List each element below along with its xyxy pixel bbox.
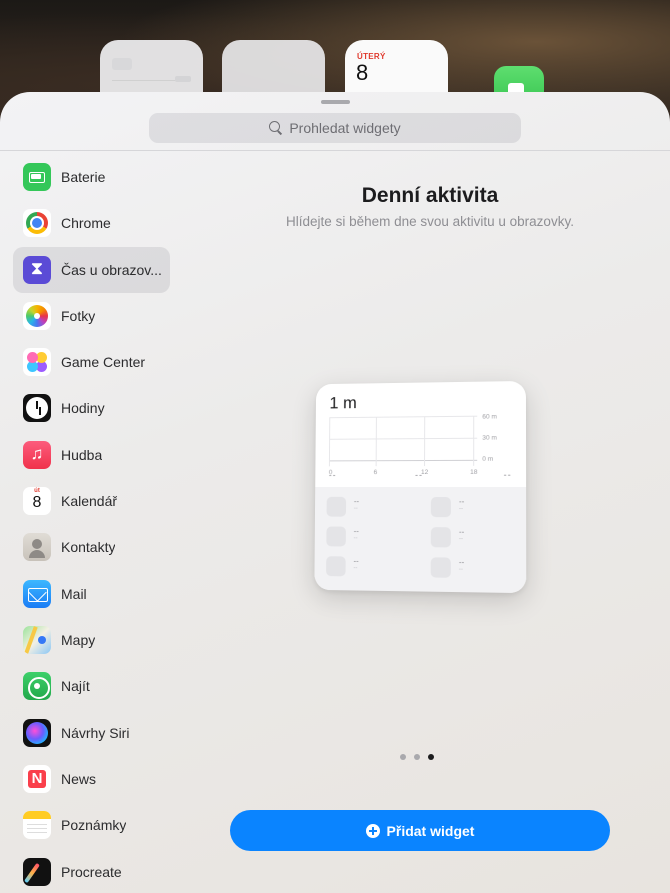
app-usage-item: -- -- <box>326 526 359 546</box>
app-usage-item: -- -- <box>327 497 360 517</box>
sidebar-item-label: Baterie <box>61 169 105 185</box>
chart-y-label: 0 m <box>482 456 493 463</box>
sidebar-item-screen-time[interactable]: Čas u obrazov... <box>13 247 170 293</box>
screen-time-icon <box>23 256 51 284</box>
chart-x-label: 6 <box>374 469 378 476</box>
sidebar-item-hudba[interactable]: Hudba <box>13 432 170 478</box>
game-center-icon <box>23 348 51 376</box>
add-widget-label: Přidat widget <box>387 823 475 839</box>
sidebar-item-mail[interactable]: Mail <box>13 571 170 617</box>
find-my-icon <box>23 672 51 700</box>
search-placeholder: Prohledat widgety <box>289 120 400 136</box>
sidebar-item-news[interactable]: News <box>13 756 170 802</box>
category-total: -- <box>504 470 512 480</box>
mail-icon <box>23 580 51 608</box>
sidebar-item-procreate[interactable]: Procreate <box>13 849 170 893</box>
widget-app-list: Baterie Chrome Čas u obrazov... Fotky Ga… <box>0 152 190 893</box>
siri-icon <box>23 719 51 747</box>
chart-y-label: 60 m <box>482 413 497 420</box>
app-placeholder-icon <box>326 556 346 576</box>
sidebar-item-label: Najít <box>61 678 90 694</box>
sidebar-item-mapy[interactable]: Mapy <box>13 617 170 663</box>
category-total: -- <box>415 470 423 480</box>
sidebar-item-label: Hudba <box>61 447 102 463</box>
sidebar-item-fotky[interactable]: Fotky <box>13 293 170 339</box>
activity-chart: 60 m 30 m 0 m 0 6 12 18 <box>329 415 504 466</box>
widget-gallery-sheet: Prohledat widgety Baterie Chrome Čas u o… <box>0 92 670 893</box>
app-placeholder-icon <box>431 527 451 547</box>
sidebar-item-label: Mapy <box>61 632 95 648</box>
widget-search-field[interactable]: Prohledat widgety <box>149 113 521 143</box>
page-dot[interactable] <box>414 754 420 760</box>
chart-y-label: 30 m <box>482 435 497 442</box>
music-icon <box>23 441 51 469</box>
sidebar-item-label: Mail <box>61 586 87 602</box>
widget-subtitle: Hlídejte si během dne svou aktivitu u ob… <box>190 214 670 229</box>
sidebar-item-label: Game Center <box>61 354 145 370</box>
sidebar-item-poznamky[interactable]: Poznámky <box>13 802 170 848</box>
notes-icon <box>23 811 51 839</box>
news-icon <box>23 765 51 793</box>
app-usage-item: -- -- <box>431 527 465 547</box>
search-icon <box>269 121 283 135</box>
app-placeholder-icon <box>326 526 346 546</box>
sidebar-item-label: News <box>61 771 96 787</box>
sidebar-item-label: Návrhy Siri <box>61 725 129 741</box>
widget-total-time: 1 m <box>329 393 357 413</box>
app-placeholder-icon <box>327 497 347 517</box>
sidebar-item-label: Čas u obrazov... <box>61 262 162 278</box>
app-usage-item: -- -- <box>431 557 465 578</box>
calendar-icon <box>23 487 51 515</box>
contacts-icon <box>23 533 51 561</box>
widget-preview[interactable]: 1 m 60 m 30 m 0 m 0 6 12 18 -- -- -- -- -… <box>314 381 526 593</box>
sidebar-item-game-center[interactable]: Game Center <box>13 339 170 385</box>
maps-icon <box>23 626 51 654</box>
sidebar-item-label: Chrome <box>61 215 111 231</box>
chart-x-label: 18 <box>470 469 477 476</box>
add-widget-button[interactable]: Přidat widget <box>230 810 610 851</box>
sidebar-item-najit[interactable]: Najít <box>13 663 170 709</box>
sidebar-item-label: Hodiny <box>61 400 105 416</box>
procreate-icon <box>23 858 51 886</box>
sidebar-item-label: Kalendář <box>61 493 117 509</box>
app-placeholder-icon <box>431 557 451 577</box>
photos-icon <box>23 302 51 330</box>
page-indicator[interactable] <box>400 754 434 760</box>
app-placeholder-icon <box>431 497 451 517</box>
app-usage-item: -- -- <box>326 556 359 576</box>
sidebar-item-kalendar[interactable]: Kalendář <box>13 478 170 524</box>
divider <box>0 150 670 151</box>
page-dot[interactable] <box>400 754 406 760</box>
sidebar-item-label: Procreate <box>61 864 122 880</box>
sidebar-item-chrome[interactable]: Chrome <box>13 200 170 246</box>
sidebar-item-navrhy-siri[interactable]: Návrhy Siri <box>13 710 170 756</box>
widget-title: Denní aktivita <box>190 184 670 208</box>
sidebar-item-baterie[interactable]: Baterie <box>13 154 170 200</box>
clock-icon <box>23 394 51 422</box>
sidebar-item-label: Kontakty <box>61 539 115 555</box>
battery-icon <box>23 163 51 191</box>
app-usage-item: -- -- <box>431 497 465 517</box>
sidebar-item-label: Fotky <box>61 308 95 324</box>
sidebar-item-label: Poznámky <box>61 817 126 833</box>
sidebar-item-kontakty[interactable]: Kontakty <box>13 524 170 570</box>
chrome-icon <box>23 209 51 237</box>
plus-circle-icon <box>366 824 380 838</box>
calendar-widget-date: 8 <box>356 60 368 86</box>
page-dot-active[interactable] <box>428 754 434 760</box>
app-usage-list: -- -- -- -- -- -- -- -- -- -- -- -- <box>314 487 526 593</box>
category-total: -- <box>329 470 337 480</box>
sidebar-item-hodiny[interactable]: Hodiny <box>13 385 170 431</box>
sheet-grabber[interactable] <box>321 100 350 104</box>
